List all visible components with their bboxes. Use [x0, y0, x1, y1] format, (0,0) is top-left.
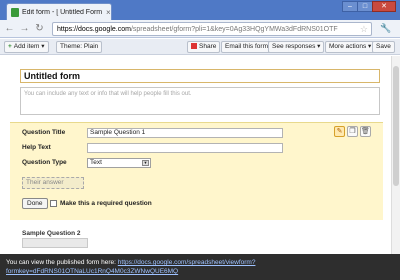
share-button[interactable]: Share — [187, 41, 221, 53]
form-editor-toolbar: + Add item ▾ Theme: Plain Share Email thi… — [0, 39, 400, 55]
plus-icon: + — [8, 43, 12, 50]
url-path: /spreadsheet/gform?pli=1&key=0Ag33HQgYMW… — [130, 25, 338, 33]
done-button[interactable]: Done — [22, 198, 48, 209]
question-2-title[interactable]: Sample Question 2 — [22, 230, 81, 237]
form-title-input[interactable]: Untitled form — [20, 69, 380, 83]
question-editor: ✎ ❐ 🗑 Question Title Sample Question 1 H… — [10, 122, 383, 220]
question-type-select[interactable]: Text ▼ — [87, 158, 151, 168]
delete-icon[interactable]: 🗑 — [360, 126, 371, 137]
more-actions-button[interactable]: More actions ▾ — [325, 41, 376, 53]
tab-close-icon[interactable]: × — [106, 8, 111, 17]
form-description-input[interactable]: You can include any text or info that wi… — [20, 87, 380, 115]
theme-button[interactable]: Theme: Plain — [56, 41, 103, 53]
share-label: Share — [199, 43, 217, 50]
add-item-label: Add item — [13, 43, 40, 50]
forward-icon[interactable]: → — [19, 23, 30, 34]
see-responses-button[interactable]: See responses ▾ — [268, 41, 325, 53]
back-icon[interactable]: ← — [4, 23, 15, 34]
reload-icon[interactable]: ↻ — [34, 23, 45, 34]
navigation-bar: ← → ↻ ⌂ https://docs.google.com/spreadsh… — [0, 20, 400, 38]
save-button[interactable]: Save — [372, 41, 395, 53]
maximize-button[interactable]: □ — [357, 1, 373, 12]
close-window-button[interactable]: ✕ — [372, 1, 396, 12]
star-icon[interactable]: ☆ — [360, 24, 368, 35]
scroll-thumb[interactable] — [393, 66, 399, 186]
see-responses-label: See responses — [272, 43, 316, 50]
address-bar[interactable]: https://docs.google.com/spreadsheet/gfor… — [52, 22, 372, 36]
required-checkbox[interactable] — [50, 200, 57, 207]
email-form-button[interactable]: Email this form — [221, 41, 272, 53]
window-controls: – □ ✕ — [342, 1, 396, 12]
forms-favicon-icon — [11, 7, 19, 17]
help-text-label: Help Text — [22, 144, 51, 151]
page-scrollbar[interactable] — [391, 56, 400, 254]
notice-text: You can view the published form here: — [6, 259, 116, 266]
url-host: https://docs.google.com — [57, 25, 131, 33]
duplicate-icon[interactable]: ❐ — [347, 126, 358, 137]
more-actions-label: More actions — [329, 43, 367, 50]
answer-preview: Their answer — [22, 177, 84, 189]
question-2-answer-preview — [22, 238, 88, 248]
question-type-value: Text — [90, 159, 102, 166]
share-icon — [191, 43, 197, 49]
published-notice: You can view the published form here: ht… — [0, 254, 400, 280]
browser-titlebar: Edit form - [ Untitled Form × – □ ✕ — [0, 0, 400, 20]
add-item-button[interactable]: + Add item ▾ — [4, 41, 49, 53]
question-title-input[interactable]: Sample Question 1 — [87, 128, 283, 138]
help-text-input[interactable] — [87, 143, 283, 153]
question-type-label: Question Type — [22, 159, 67, 166]
edit-icon[interactable]: ✎ — [334, 126, 345, 137]
question-title-label: Question Title — [22, 129, 66, 136]
tab-title: Edit form - [ Untitled Form — [22, 8, 103, 16]
browser-tab[interactable]: Edit form - [ Untitled Form × — [6, 3, 112, 20]
form-editor-page: Untitled form You can include any text o… — [0, 56, 400, 254]
question-tools: ✎ ❐ 🗑 — [332, 126, 371, 137]
required-label: Make this a required question — [60, 200, 152, 207]
chevron-down-icon: ▼ — [142, 160, 149, 166]
form-header: Untitled form You can include any text o… — [10, 61, 383, 118]
minimize-button[interactable]: – — [342, 1, 358, 12]
wrench-icon[interactable]: 🔧 — [380, 23, 391, 33]
